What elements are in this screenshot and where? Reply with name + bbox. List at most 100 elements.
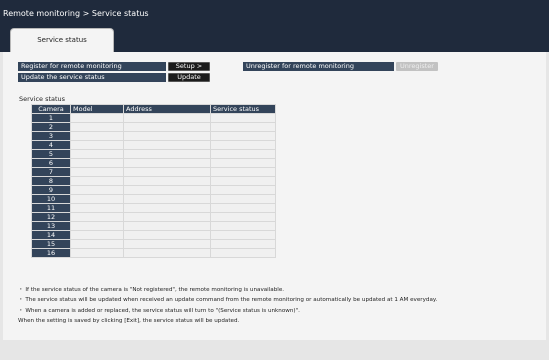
note-line: When the setting is saved by clicking [E… (18, 317, 240, 324)
address-cell (123, 131, 211, 141)
camera-number: 12 (31, 212, 71, 222)
model-cell (70, 113, 124, 123)
table-row: 15 (31, 239, 276, 249)
address-cell (123, 158, 211, 168)
tab-service-status[interactable]: Service status (10, 28, 114, 52)
model-cell (70, 221, 124, 231)
column-header-service-status: Service status (210, 104, 276, 114)
address-cell (123, 149, 211, 159)
service-status-cell (210, 140, 276, 150)
table-row: 11 (31, 203, 276, 213)
service-status-table: Camera Model Address Service status 1 2 … (31, 104, 276, 258)
title-bar: Remote monitoring > Service status (0, 0, 549, 27)
table-row: 3 (31, 131, 276, 141)
service-status-cell (210, 131, 276, 141)
window-title: Remote monitoring > Service status (3, 9, 149, 18)
update-button[interactable]: Update (168, 73, 210, 82)
model-cell (70, 230, 124, 240)
address-cell (123, 203, 211, 213)
model-cell (70, 239, 124, 249)
notes: ・ If the service status of the camera is… (18, 285, 437, 326)
model-cell (70, 212, 124, 222)
table-row: 5 (31, 149, 276, 159)
unregister-label: Unregister for remote monitoring (243, 62, 394, 71)
service-status-cell (210, 221, 276, 231)
note-line: ・ The service status will be updated whe… (18, 297, 438, 304)
camera-number: 3 (31, 131, 71, 141)
camera-number: 11 (31, 203, 71, 213)
model-cell (70, 185, 124, 195)
table-row: 12 (31, 212, 276, 222)
service-status-title: Service status (19, 95, 66, 103)
service-status-cell (210, 158, 276, 168)
address-cell (123, 185, 211, 195)
camera-number: 1 (31, 113, 71, 123)
camera-number: 6 (31, 158, 71, 168)
camera-number: 10 (31, 194, 71, 204)
table-row: 7 (31, 167, 276, 177)
register-label: Register for remote monitoring (18, 62, 166, 71)
table-row: 8 (31, 176, 276, 186)
table-row: 14 (31, 230, 276, 240)
service-status-cell (210, 239, 276, 249)
service-status-cell (210, 230, 276, 240)
address-cell (123, 194, 211, 204)
service-status-cell (210, 122, 276, 132)
page: Remote monitoring > Service status Servi… (0, 0, 549, 360)
address-cell (123, 167, 211, 177)
update-label: Update the service status (18, 73, 166, 82)
table-row: 9 (31, 185, 276, 195)
camera-number: 4 (31, 140, 71, 150)
camera-number: 16 (31, 248, 71, 258)
table-row: 4 (31, 140, 276, 150)
table-row: 10 (31, 194, 276, 204)
camera-number: 15 (31, 239, 71, 249)
model-cell (70, 140, 124, 150)
column-header-camera: Camera (31, 104, 71, 114)
service-status-cell (210, 185, 276, 195)
table-row: 1 (31, 113, 276, 123)
camera-number: 9 (31, 185, 71, 195)
model-cell (70, 149, 124, 159)
service-status-cell (210, 248, 276, 258)
service-status-cell (210, 194, 276, 204)
table-row: 6 (31, 158, 276, 168)
model-cell (70, 158, 124, 168)
table-row: 13 (31, 221, 276, 231)
address-cell (123, 221, 211, 231)
address-cell (123, 230, 211, 240)
address-cell (123, 140, 211, 150)
service-status-cell (210, 149, 276, 159)
model-cell (70, 167, 124, 177)
camera-number: 8 (31, 176, 71, 186)
address-cell (123, 248, 211, 258)
model-cell (70, 248, 124, 258)
service-status-cell (210, 167, 276, 177)
service-status-cell (210, 113, 276, 123)
camera-number: 5 (31, 149, 71, 159)
address-cell (123, 176, 211, 186)
camera-number: 14 (31, 230, 71, 240)
column-header-model: Model (70, 104, 124, 114)
address-cell (123, 239, 211, 249)
note-line: ・ If the service status of the camera is… (18, 287, 285, 293)
model-cell (70, 203, 124, 213)
service-status-cell (210, 203, 276, 213)
unregister-button: Unregister (396, 62, 438, 71)
service-status-cell (210, 176, 276, 186)
model-cell (70, 122, 124, 132)
column-header-address: Address (123, 104, 211, 114)
table-header-row: Camera Model Address Service status (31, 104, 276, 114)
camera-number: 2 (31, 122, 71, 132)
address-cell (123, 212, 211, 222)
table-row: 2 (31, 122, 276, 132)
table-row: 16 (31, 248, 276, 258)
model-cell (70, 194, 124, 204)
model-cell (70, 131, 124, 141)
address-cell (123, 122, 211, 132)
setup-button[interactable]: Setup > (168, 62, 210, 71)
address-cell (123, 113, 211, 123)
camera-number: 7 (31, 167, 71, 177)
note-line: ・ When a camera is added or replaced, th… (18, 307, 300, 314)
service-status-cell (210, 212, 276, 222)
